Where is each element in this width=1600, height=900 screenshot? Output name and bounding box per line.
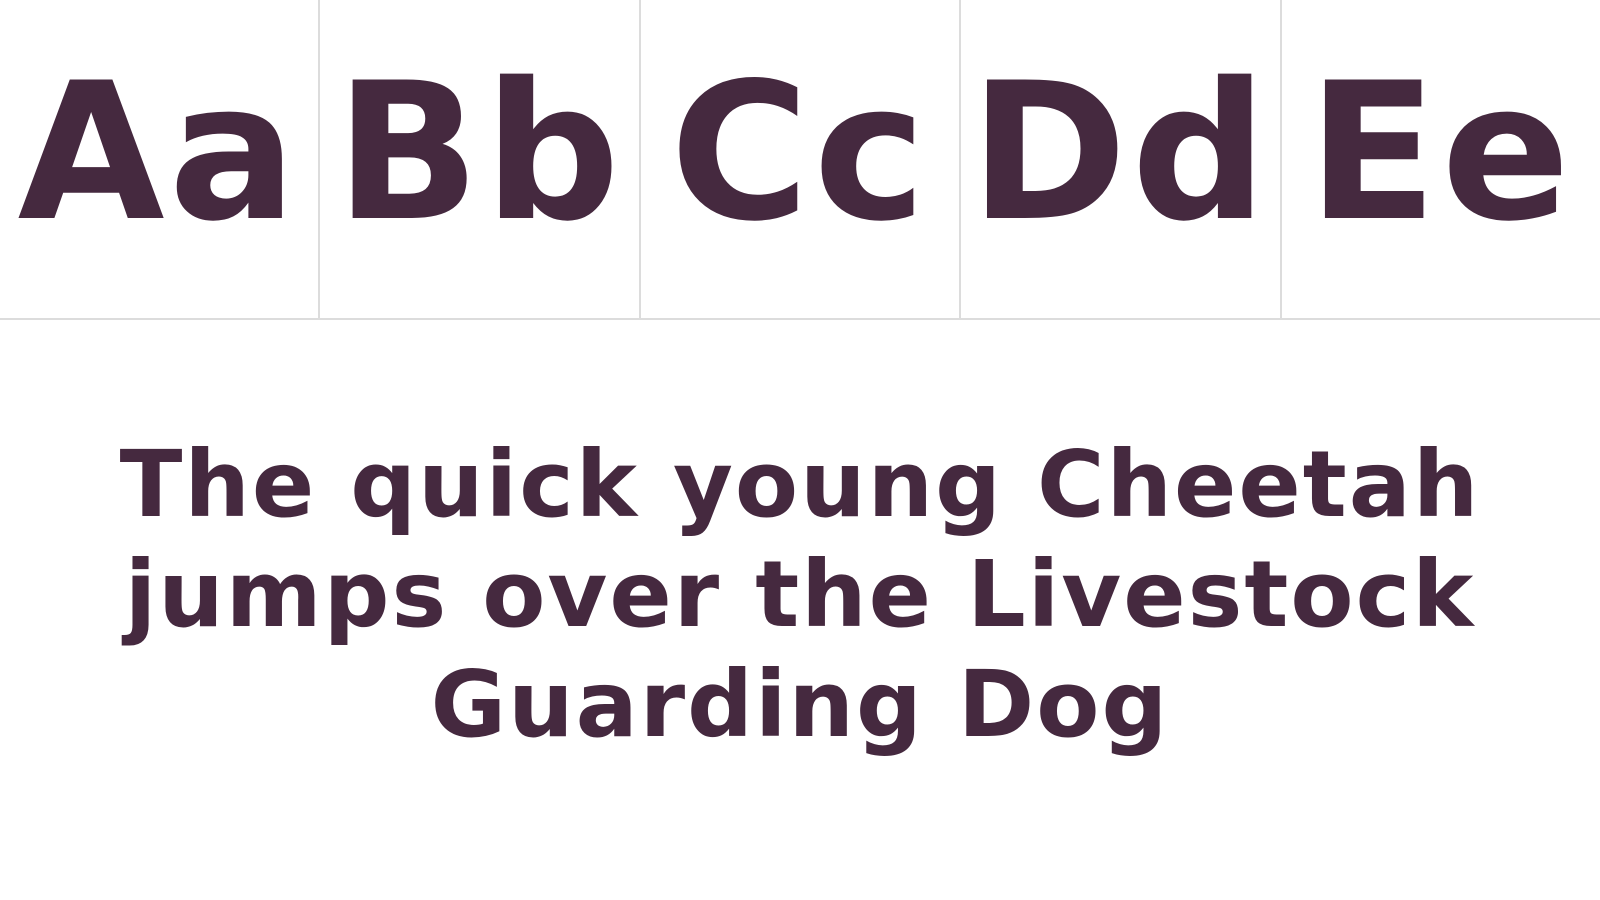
glyph-cell-a: Aa	[0, 0, 321, 318]
glyph-cell-c: Cc	[641, 0, 962, 318]
glyph-pair-c: Cc	[669, 42, 931, 263]
glyph-pair-b: Bb	[335, 42, 625, 263]
pangram-line-1: The quick young Cheetah	[119, 431, 1481, 538]
glyph-pair-e: Ee	[1307, 42, 1575, 263]
pangram-line-2: jumps over the Livestock	[124, 541, 1476, 648]
glyph-cell-e: Ee	[1282, 0, 1600, 318]
pangram-sample: The quick young Cheetah jumps over the L…	[40, 430, 1560, 760]
glyph-cell-b: Bb	[320, 0, 641, 318]
glyph-pair-a: Aa	[17, 42, 301, 263]
glyph-specimen-row: Aa Bb Cc Dd Ee	[0, 0, 1600, 320]
glyph-pair-d: Dd	[969, 42, 1272, 263]
glyph-cell-d: Dd	[961, 0, 1282, 318]
pangram-line-3: Guarding Dog	[430, 651, 1170, 758]
